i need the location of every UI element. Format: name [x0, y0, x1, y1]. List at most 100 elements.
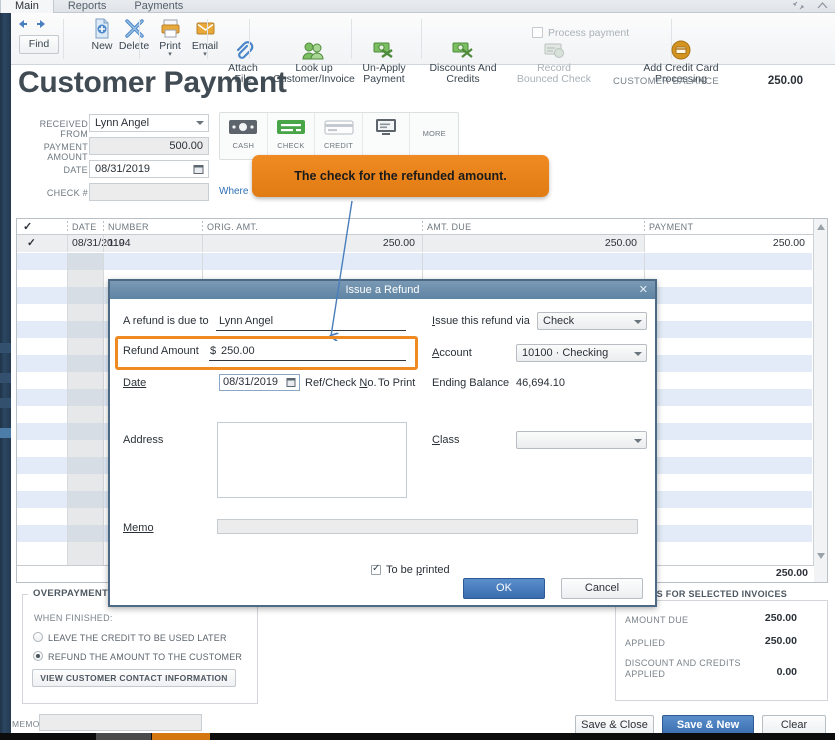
money-unapply-icon — [348, 29, 420, 58]
row-check-mark-icon[interactable]: ✓ — [27, 235, 36, 252]
invoice-table-scrollbar[interactable] — [813, 219, 827, 582]
ribbon-record-bounced-check-label: Record Bounced Check — [516, 62, 592, 85]
empty-row[interactable] — [17, 253, 812, 270]
ribbon-separator-1 — [63, 19, 64, 59]
date-value: 08/31/2019 — [95, 163, 151, 175]
tab-main[interactable]: Main — [0, 0, 54, 13]
scroll-up-arrow-icon[interactable] — [816, 222, 826, 232]
column-header-check: ✓ — [23, 221, 33, 233]
ribbon-unapply-payment-button[interactable]: Un-Apply Payment — [348, 16, 420, 85]
refund-date-label-text: Date — [123, 377, 147, 389]
received-from-input[interactable]: Lynn Angel — [89, 114, 209, 132]
row-payment: 250.00 — [772, 237, 805, 249]
empty-divider-2 — [103, 253, 104, 565]
applied-label: APPLIED — [625, 638, 666, 648]
dialog-title-bar: Issue a Refund ✕ — [110, 281, 655, 299]
row-amt-due: 250.00 — [604, 237, 637, 249]
page-title: Customer Payment — [18, 66, 287, 99]
payment-method-credit[interactable]: CREDIT — [315, 113, 363, 159]
invoice-table-footer-total: 250.00 — [775, 567, 808, 579]
process-payment-label: Process payment — [548, 27, 630, 39]
class-chevron-down-icon[interactable] — [634, 439, 642, 443]
tab-payments[interactable]: Payments — [120, 0, 197, 13]
close-x-icon[interactable]: ✕ — [639, 281, 648, 299]
received-from-label: RECEIVED FROM — [39, 119, 88, 139]
ending-balance-value: 46,694.10 — [516, 377, 565, 389]
annotation-callout: The check for the refunded amount. — [252, 155, 549, 197]
payment-amount-label: PAYMENT AMOUNT — [43, 142, 88, 162]
rail-marker-2 — [0, 373, 11, 383]
refund-amount-highlight-box — [115, 336, 418, 370]
overpayment-legend: OVERPAYMENT — [28, 588, 114, 599]
radio-refund-customer[interactable] — [33, 651, 43, 661]
received-from-chevron-down-icon[interactable] — [196, 121, 204, 125]
when-finished-label: WHEN FINISHED: — [34, 613, 113, 623]
payment-method-echeck[interactable] — [363, 113, 411, 159]
ribbon-add-credit-card-processing-button[interactable]: Add Credit Card Processing — [627, 16, 735, 85]
refund-date-calendar-icon[interactable] — [286, 377, 296, 393]
date-input[interactable]: 08/31/2019 — [89, 160, 209, 178]
column-header-number: NUMBER — [108, 222, 149, 232]
modal-memo-input[interactable] — [217, 519, 638, 534]
ribbon-discounts-credits-button[interactable]: Discounts And Credits — [418, 16, 508, 85]
calendar-icon[interactable] — [193, 164, 204, 175]
class-label-underlined: C — [432, 434, 440, 446]
credit-card-icon — [315, 118, 362, 138]
empty-rows-gray-column — [67, 253, 103, 565]
radio-leave-credit[interactable] — [33, 632, 43, 642]
restore-icon[interactable] — [793, 1, 804, 13]
header-divider-2 — [103, 221, 104, 232]
header-divider-3 — [202, 221, 203, 232]
payment-amount-input[interactable]: 500.00 — [89, 137, 209, 155]
class-select[interactable] — [516, 431, 647, 449]
window-title-bar: Main Reports Payments — [0, 0, 835, 13]
view-customer-contact-information-button[interactable]: VIEW CUSTOMER CONTACT INFORMATION — [32, 669, 236, 687]
where-link[interactable]: Where — [219, 186, 248, 197]
payment-method-cash[interactable]: CASH — [220, 113, 268, 159]
taskbar-item-2[interactable] — [152, 733, 210, 740]
memo-input[interactable] — [39, 714, 202, 731]
column-header-orig-amt: ORIG. AMT. — [207, 222, 259, 232]
payment-method-more[interactable]: MORE — [410, 113, 458, 159]
amount-due-value: 250.00 — [764, 612, 797, 624]
tab-reports[interactable]: Reports — [54, 0, 121, 13]
cash-icon — [220, 118, 267, 138]
issue-refund-via-select[interactable]: Check — [537, 312, 647, 330]
address-label: Address — [123, 434, 164, 446]
payment-method-check-label: CHECK — [277, 141, 305, 150]
chevron-up-icon[interactable] — [816, 1, 829, 13]
forward-arrow-icon[interactable] — [35, 17, 49, 31]
memo-label: MEMO — [12, 719, 40, 729]
scroll-down-arrow-icon[interactable] — [816, 551, 826, 561]
account-select[interactable]: 10100 · Checking — [516, 344, 647, 362]
address-textarea[interactable] — [217, 422, 407, 498]
refund-due-to-value: Lynn Angel — [219, 315, 274, 327]
check-number-input[interactable] — [89, 183, 209, 201]
radio-refund-customer-label: REFUND THE AMOUNT TO THE CUSTOMER — [48, 652, 243, 662]
payment-method-group: CASH CHECK CREDIT MORE — [219, 112, 459, 160]
e-check-monitor-icon — [363, 118, 410, 138]
dialog-cancel-button[interactable]: Cancel — [561, 578, 643, 599]
radio-refund-customer-dot — [36, 654, 40, 658]
column-header-date: DATE — [72, 222, 97, 232]
refund-due-to-underline[interactable] — [216, 330, 406, 331]
process-payment-checkbox[interactable] — [532, 27, 543, 38]
row-divider-1 — [67, 235, 68, 252]
table-row[interactable]: ✓ 08/31/2019 1104 250.00 250.00 250.00 — [17, 235, 827, 252]
ribbon-separator-4 — [249, 19, 250, 59]
row-divider-3 — [202, 235, 203, 252]
issue-refund-via-label: Issue this refund via — [432, 315, 530, 327]
account-chevron-down-icon[interactable] — [634, 352, 642, 356]
back-arrow-icon[interactable] — [15, 17, 29, 31]
issue-refund-via-chevron-down-icon[interactable] — [634, 320, 642, 324]
payment-method-check[interactable]: CHECK — [268, 113, 316, 159]
dialog-ok-button[interactable]: OK — [463, 578, 545, 599]
to-be-printed-checkbox[interactable] — [371, 563, 381, 575]
refund-date-input[interactable]: 08/31/2019 — [219, 374, 300, 391]
ending-balance-label: Ending Balance — [432, 377, 510, 389]
refund-due-to-label: A refund is due to — [123, 315, 209, 327]
taskbar-item-1[interactable] — [96, 733, 151, 740]
issue-a-refund-dialog: Issue a Refund ✕ A refund is due to Lynn… — [108, 279, 657, 607]
rail-marker-4 — [0, 428, 11, 438]
find-button[interactable]: Find — [19, 35, 59, 54]
